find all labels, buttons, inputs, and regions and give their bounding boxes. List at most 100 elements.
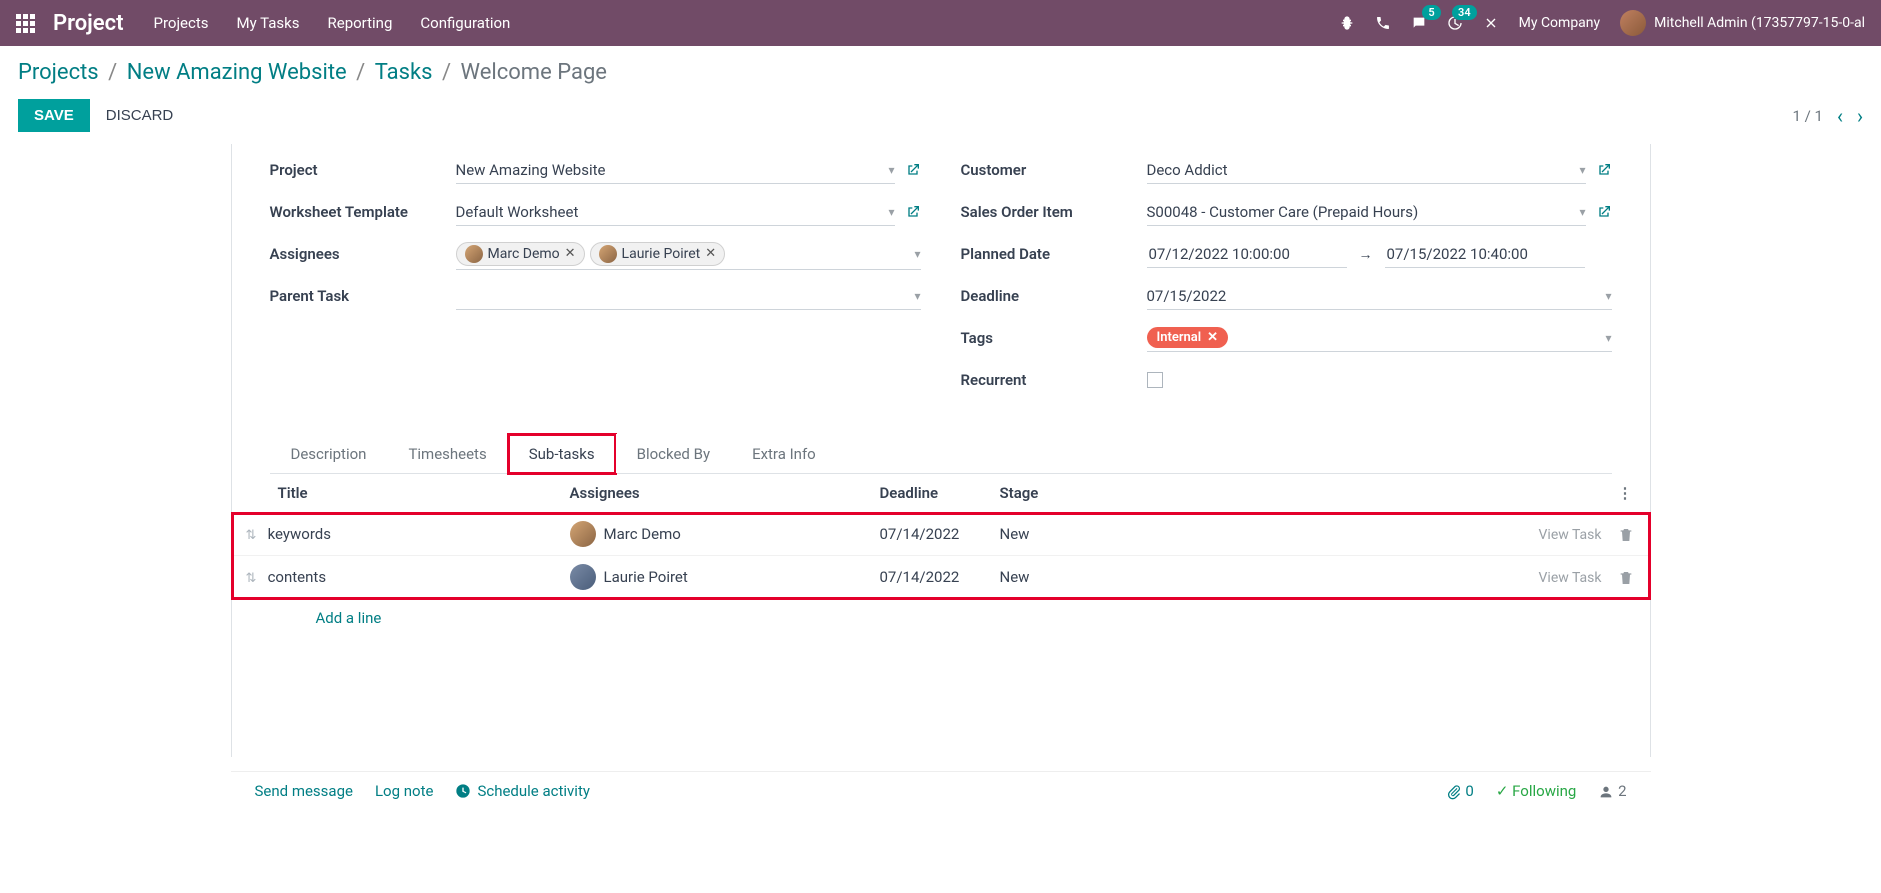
worksheet-field[interactable]: Default Worksheet▾ [456, 199, 895, 226]
col-title: Title [232, 474, 562, 513]
schedule-activity-link[interactable]: Schedule activity [455, 782, 590, 800]
subtask-title[interactable]: keywords [268, 525, 331, 543]
col-stage: Stage [992, 474, 1500, 513]
drag-handle-icon[interactable]: ⇅ [246, 571, 257, 586]
send-message-link[interactable]: Send message [255, 782, 353, 800]
breadcrumb-project[interactable]: New Amazing Website [127, 60, 347, 85]
tab-description[interactable]: Description [270, 434, 388, 473]
breadcrumb: Projects / New Amazing Website / Tasks /… [0, 46, 1881, 93]
external-link-icon[interactable] [905, 204, 921, 220]
external-link-icon[interactable] [1596, 204, 1612, 220]
view-task-link[interactable]: View Task [1539, 527, 1602, 543]
col-assignees: Assignees [562, 474, 872, 513]
add-line-link[interactable]: Add a line [270, 599, 1612, 637]
form-left-column: Project New Amazing Website▾ Worksheet T… [270, 154, 921, 406]
caret-down-icon: ▾ [1579, 163, 1585, 177]
label-customer: Customer [961, 161, 1147, 179]
activity-icon[interactable]: 34 [1447, 15, 1463, 31]
caret-down-icon: ▾ [914, 289, 920, 303]
parent-task-field[interactable]: ▾ [456, 283, 921, 310]
assignee-tag[interactable]: Marc Demo✕ [456, 242, 585, 266]
caret-down-icon: ▾ [914, 247, 920, 261]
remove-tag-icon[interactable]: ✕ [705, 246, 716, 261]
form-sheet: Project New Amazing Website▾ Worksheet T… [231, 144, 1651, 757]
chat-icon[interactable]: 5 [1411, 15, 1427, 31]
recurrent-checkbox[interactable] [1147, 372, 1163, 388]
activity-badge: 34 [1452, 5, 1477, 20]
table-row[interactable]: ⇅ contents Laurie Poiret 07/14/2022 New … [232, 556, 1650, 599]
table-row[interactable]: ⇅ keywords Marc Demo 07/14/2022 New View… [232, 513, 1650, 556]
tools-icon[interactable] [1483, 15, 1499, 31]
nav-mytasks[interactable]: My Tasks [237, 14, 300, 32]
caret-down-icon: ▾ [1579, 205, 1585, 219]
view-task-link[interactable]: View Task [1539, 570, 1602, 586]
avatar-icon [465, 245, 483, 263]
remove-tag-icon[interactable]: ✕ [565, 246, 576, 261]
project-field[interactable]: New Amazing Website▾ [456, 157, 895, 184]
tab-timesheets[interactable]: Timesheets [387, 434, 507, 473]
app-brand[interactable]: Project [53, 11, 124, 36]
discard-button[interactable]: DISCARD [106, 107, 174, 124]
form-right-column: Customer Deco Addict▾ Sales Order Item S… [961, 154, 1612, 406]
drag-handle-icon[interactable]: ⇅ [246, 528, 257, 543]
pager: 1 / 1 ‹ › [1792, 104, 1863, 128]
arrow-right-icon: → [1359, 246, 1373, 263]
kebab-icon[interactable]: ⋮ [1618, 484, 1633, 502]
caret-down-icon: ▾ [1605, 331, 1611, 345]
breadcrumb-current: Welcome Page [461, 60, 607, 85]
trash-icon[interactable] [1618, 568, 1634, 586]
company-switcher[interactable]: My Company [1519, 15, 1601, 31]
following-button[interactable]: ✓ Following [1496, 782, 1576, 800]
remove-tag-icon[interactable]: ✕ [1207, 330, 1218, 345]
save-button[interactable]: SAVE [18, 99, 90, 132]
avatar-icon [570, 564, 596, 590]
nav-reporting[interactable]: Reporting [328, 14, 393, 32]
phone-icon[interactable] [1375, 15, 1391, 31]
label-assignees: Assignees [270, 245, 456, 263]
tab-blockedby[interactable]: Blocked By [616, 434, 731, 473]
notebook-tabs: Description Timesheets Sub-tasks Blocked… [270, 434, 1612, 474]
bug-icon[interactable] [1339, 15, 1355, 31]
attachments-link[interactable]: 0 [1446, 782, 1474, 800]
tags-field[interactable]: Internal✕ ▾ [1147, 324, 1612, 352]
nav-configuration[interactable]: Configuration [420, 14, 510, 32]
caret-down-icon: ▾ [888, 163, 894, 177]
label-project: Project [270, 161, 456, 179]
customer-field[interactable]: Deco Addict▾ [1147, 157, 1586, 184]
user-menu[interactable]: Mitchell Admin (17357797-15-0-al [1620, 10, 1865, 36]
user-name: Mitchell Admin (17357797-15-0-al [1654, 15, 1865, 31]
assignees-field[interactable]: Marc Demo✕ Laurie Poiret✕ ▾ [456, 239, 921, 270]
label-deadline: Deadline [961, 287, 1147, 305]
tab-subtasks[interactable]: Sub-tasks [508, 434, 616, 474]
subtask-title[interactable]: contents [268, 568, 326, 586]
deadline-field[interactable]: 07/15/2022▾ [1147, 283, 1612, 310]
nav-projects[interactable]: Projects [154, 14, 209, 32]
apps-icon[interactable] [16, 14, 35, 33]
chatter-bar: Send message Log note Schedule activity … [231, 771, 1651, 810]
form-actions: SAVE DISCARD 1 / 1 ‹ › [0, 93, 1881, 144]
subtask-deadline: 07/14/2022 [872, 513, 992, 556]
main-nav: Projects My Tasks Reporting Configuratio… [154, 14, 511, 32]
tag-pill[interactable]: Internal✕ [1147, 327, 1229, 348]
log-note-link[interactable]: Log note [375, 782, 433, 800]
followers-count[interactable]: 2 [1598, 782, 1626, 800]
tab-extrainfo[interactable]: Extra Info [731, 434, 837, 473]
breadcrumb-projects[interactable]: Projects [18, 60, 99, 85]
trash-icon[interactable] [1618, 525, 1634, 543]
external-link-icon[interactable] [905, 162, 921, 178]
user-avatar-icon [1620, 10, 1646, 36]
assignee-tag[interactable]: Laurie Poiret✕ [590, 242, 726, 266]
sales-order-item-field[interactable]: S00048 - Customer Care (Prepaid Hours)▾ [1147, 199, 1586, 226]
breadcrumb-tasks[interactable]: Tasks [375, 60, 433, 85]
subtasks-table: Title Assignees Deadline Stage ⋮ ⇅ keywo… [232, 474, 1650, 599]
pager-next-icon[interactable]: › [1857, 104, 1863, 128]
subtask-deadline: 07/14/2022 [872, 556, 992, 599]
label-soitem: Sales Order Item [961, 203, 1147, 221]
avatar-icon [570, 521, 596, 547]
label-worksheet: Worksheet Template [270, 203, 456, 221]
pager-prev-icon[interactable]: ‹ [1837, 104, 1843, 128]
planned-to-field[interactable]: 07/15/2022 10:40:00 [1385, 241, 1585, 268]
external-link-icon[interactable] [1596, 162, 1612, 178]
subtask-assignee: Marc Demo [604, 525, 681, 543]
planned-from-field[interactable]: 07/12/2022 10:00:00 [1147, 241, 1347, 268]
